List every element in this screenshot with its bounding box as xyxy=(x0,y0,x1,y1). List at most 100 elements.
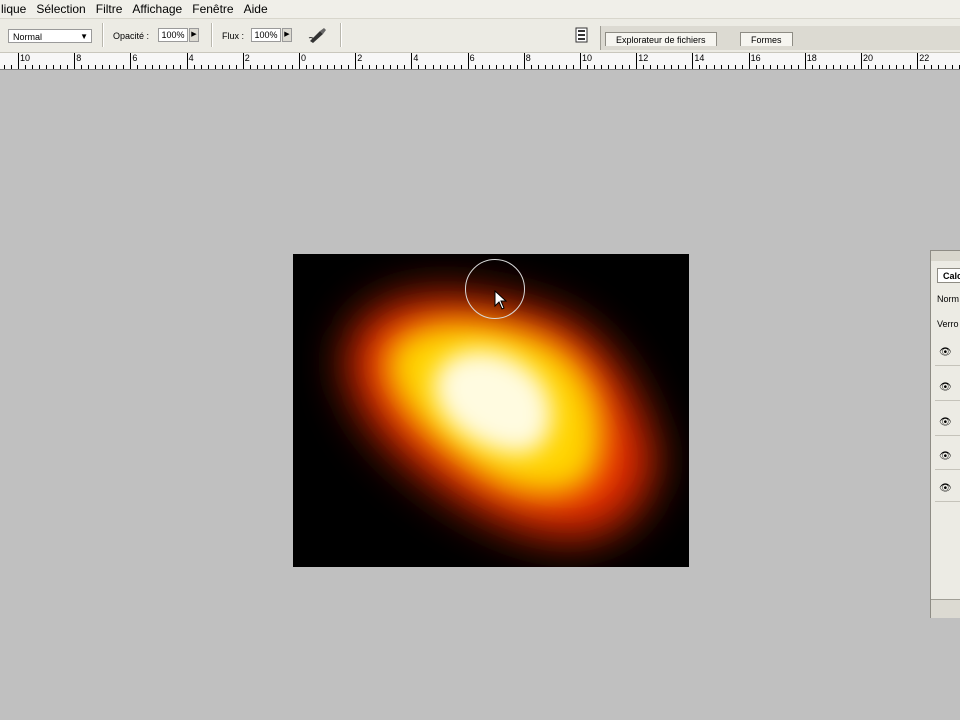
mode-select[interactable]: Normal ▼ xyxy=(8,29,92,43)
opacity-slider-button[interactable]: ▶ xyxy=(189,28,199,42)
airbrush-icon[interactable] xyxy=(308,26,328,44)
ruler-label: 4 xyxy=(413,53,419,63)
ruler-minor-tick xyxy=(502,65,504,69)
ruler-minor-tick xyxy=(917,65,919,69)
separator xyxy=(211,23,213,47)
ruler-minor-tick xyxy=(741,65,743,69)
ruler-minor-tick xyxy=(481,65,483,69)
menu-item[interactable]: Affichage xyxy=(127,0,187,18)
menu-item[interactable]: Aide xyxy=(239,0,273,18)
layer-row[interactable]: 👁 xyxy=(935,374,960,401)
ruler-minor-tick xyxy=(221,65,223,69)
tab-layers[interactable]: Calc xyxy=(937,268,960,283)
ruler-minor-tick xyxy=(137,65,139,69)
ruler-minor-tick xyxy=(362,65,364,69)
ruler-minor-tick xyxy=(123,65,125,69)
ruler-minor-tick xyxy=(488,65,490,69)
lock-label: Verro xyxy=(937,319,959,329)
ruler-minor-tick xyxy=(25,65,26,69)
ruler-minor-tick xyxy=(523,65,525,69)
ruler-minor-tick xyxy=(945,65,947,69)
ruler-minor-tick xyxy=(565,65,567,69)
blend-mode-select[interactable]: Norm xyxy=(937,294,959,304)
menu-item[interactable]: Fenêtre xyxy=(187,0,238,18)
ruler-minor-tick xyxy=(713,65,715,69)
palette-browser-icon[interactable] xyxy=(575,27,589,43)
brush-cursor-circle xyxy=(465,259,525,319)
eye-icon[interactable]: 👁 xyxy=(939,347,952,358)
layers-panel-titlebar[interactable] xyxy=(931,251,960,261)
layer-row[interactable]: 👁 xyxy=(935,409,960,436)
layer-row[interactable]: 👁 xyxy=(935,443,960,470)
ruler-minor-tick xyxy=(748,65,750,69)
ruler-minor-tick xyxy=(706,65,708,69)
menu-item[interactable]: lique xyxy=(0,0,31,18)
ruler-minor-tick xyxy=(32,65,33,69)
ruler-minor-tick xyxy=(762,65,764,69)
ruler-minor-tick xyxy=(165,65,167,69)
ruler-minor-tick xyxy=(193,65,195,69)
ruler-minor-tick xyxy=(130,65,132,69)
opacity-input[interactable]: 100% xyxy=(158,28,188,42)
ruler-minor-tick xyxy=(804,65,806,69)
ruler-minor-tick xyxy=(348,65,350,69)
ruler-minor-tick xyxy=(832,65,834,69)
tab-brushes[interactable]: Formes xyxy=(740,32,793,46)
ruler-label: 4 xyxy=(188,53,194,63)
ruler-minor-tick xyxy=(285,65,286,69)
ruler-minor-tick xyxy=(102,65,104,69)
menu-item[interactable]: Sélection xyxy=(31,0,90,18)
ruler-minor-tick xyxy=(692,65,694,69)
layers-panel: Calc Norm Verro 👁 👁 👁 👁 👁 xyxy=(930,250,960,618)
chevron-down-icon: ▼ xyxy=(80,32,88,41)
layers-panel-footer xyxy=(931,599,960,618)
tab-file-browser[interactable]: Explorateur de fichiers xyxy=(605,32,717,46)
ruler-minor-tick xyxy=(67,65,69,69)
ruler-minor-tick xyxy=(151,65,153,69)
ruler-minor-tick xyxy=(474,65,476,69)
ruler-minor-tick xyxy=(636,65,638,69)
ruler-minor-tick xyxy=(446,65,448,69)
flow-value: 100% xyxy=(254,30,278,40)
ruler-minor-tick xyxy=(671,65,673,69)
ruler-minor-tick xyxy=(530,65,532,69)
ruler-minor-tick xyxy=(601,65,603,69)
eye-icon[interactable]: 👁 xyxy=(939,417,952,428)
flow-label: Flux : xyxy=(222,31,245,41)
ruler-minor-tick xyxy=(587,65,588,69)
triangle-right-icon: ▶ xyxy=(191,31,197,38)
ruler-minor-tick xyxy=(755,65,757,69)
ruler-minor-tick xyxy=(186,65,188,69)
ruler-minor-tick xyxy=(439,65,441,69)
ruler-minor-tick xyxy=(734,65,736,69)
ruler-label: 6 xyxy=(469,53,475,63)
ruler-label: 2 xyxy=(357,53,363,63)
opacity-value: 100% xyxy=(161,30,185,40)
layer-row[interactable]: 👁 xyxy=(935,475,960,502)
ruler-minor-tick xyxy=(769,65,771,69)
eye-icon[interactable]: 👁 xyxy=(939,451,952,462)
ruler-minor-tick xyxy=(495,65,497,69)
ruler-label: 0 xyxy=(301,53,307,63)
tab-layers-label: Calc xyxy=(943,271,960,281)
ruler-minor-tick xyxy=(46,65,48,69)
ruler-minor-tick xyxy=(355,65,357,69)
layer-row[interactable]: 👁 xyxy=(935,339,960,366)
ruler-minor-tick xyxy=(783,65,785,69)
ruler-minor-tick xyxy=(397,65,399,69)
ruler-minor-tick xyxy=(903,65,905,69)
separator xyxy=(340,23,342,47)
flow-slider-button[interactable]: ▶ xyxy=(282,28,292,42)
flow-input[interactable]: 100% xyxy=(251,28,281,42)
ruler-minor-tick xyxy=(242,65,244,69)
ruler-minor-tick xyxy=(657,65,659,69)
ruler-minor-tick xyxy=(720,65,722,69)
ruler-label: 14 xyxy=(694,53,705,63)
eye-icon[interactable]: 👁 xyxy=(939,382,952,393)
ruler-minor-tick xyxy=(88,65,90,69)
menu-item[interactable]: Filtre xyxy=(91,0,128,18)
eye-icon[interactable]: 👁 xyxy=(939,483,952,494)
ruler-minor-tick xyxy=(158,65,160,69)
ruler-label: 12 xyxy=(638,53,649,63)
ruler-minor-tick xyxy=(629,65,631,69)
